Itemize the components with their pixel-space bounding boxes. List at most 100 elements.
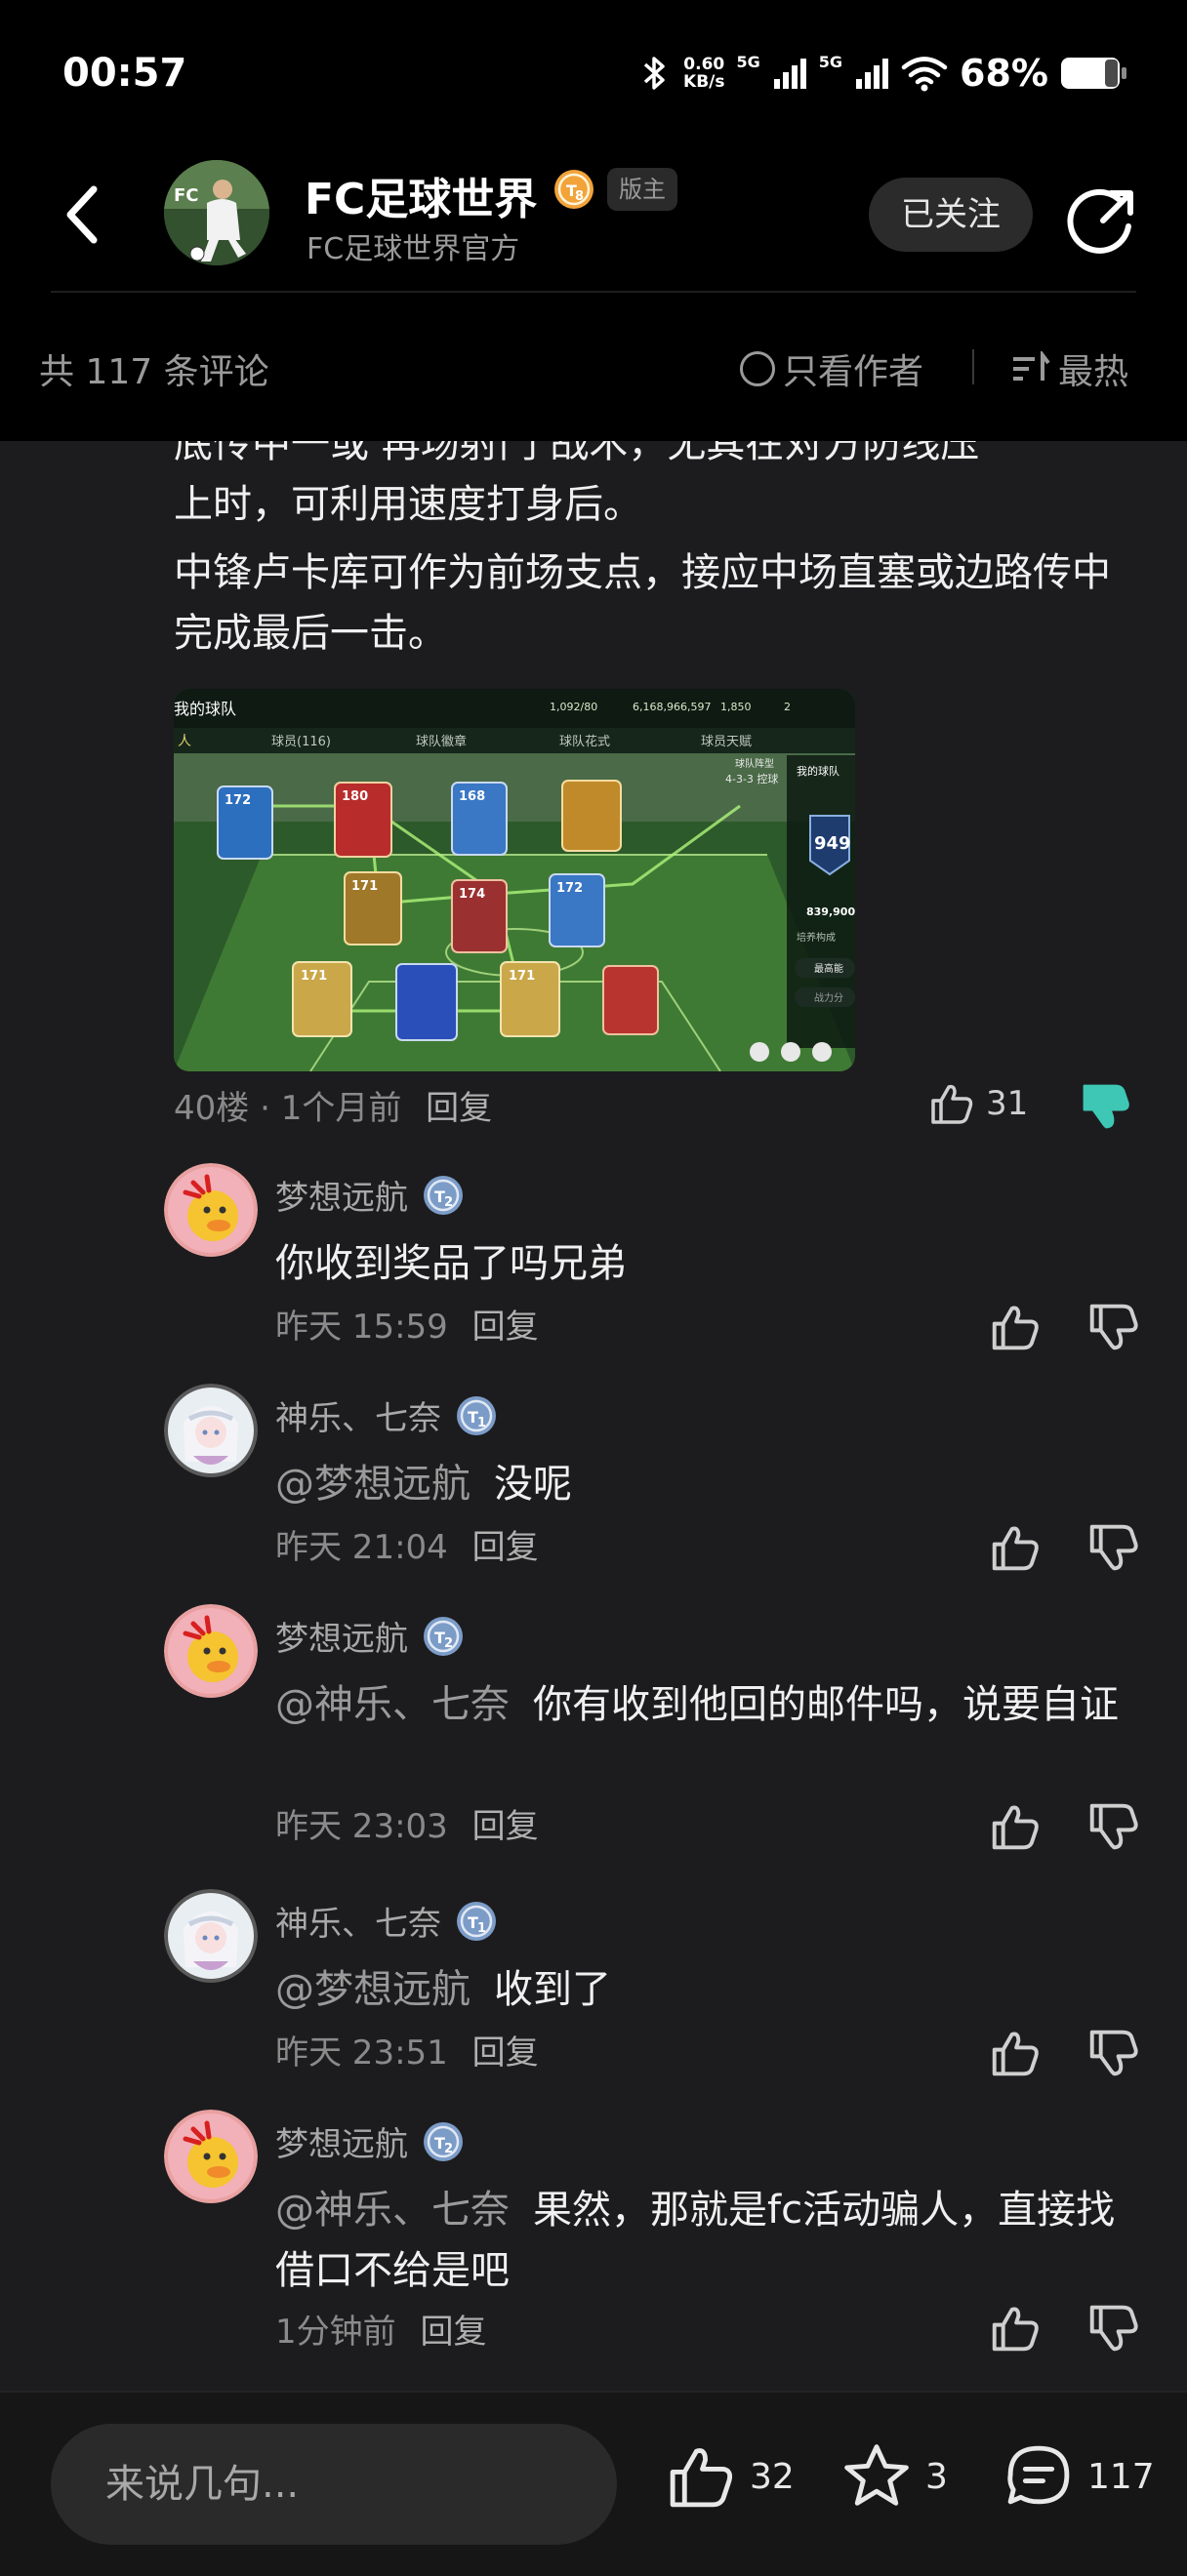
anime-avatar-image <box>164 1384 258 1477</box>
author-only-toggle[interactable]: 只看作者 <box>740 343 923 394</box>
follow-button[interactable]: 已关注 <box>869 178 1033 252</box>
status-bar: 00:57 0.60 KB/s 5G 5G 68% <box>0 0 1187 146</box>
user-avatar[interactable] <box>164 1384 258 1477</box>
reply-author[interactable]: 梦想远航 T2 <box>275 2117 465 2165</box>
duck-avatar-image <box>164 1163 258 1257</box>
mention[interactable]: @神乐、七奈 <box>275 1682 510 1727</box>
player-card-rating: 171 <box>351 879 378 894</box>
author-name: 梦想远航 <box>275 1179 408 1218</box>
post-time: 1个月前 <box>280 1089 402 1128</box>
thumbs-up-icon <box>670 2448 733 2508</box>
user-avatar[interactable] <box>164 1163 258 1257</box>
filter-divider <box>972 349 974 384</box>
signal-icon <box>773 59 806 89</box>
level-number: 2 <box>444 1636 453 1651</box>
comment-thread: 底传中一或 再场射门 战术，无其在对方防线压 上时，可利用速度打身后。 中锋卢卡… <box>0 441 1187 2391</box>
sort-button[interactable]: 最热 <box>1011 343 1128 394</box>
game-tab: 球队徽章 <box>416 734 467 749</box>
svg-text:FC: FC <box>174 185 199 206</box>
reply-time: 1分钟前 <box>275 2313 396 2352</box>
user-avatar[interactable] <box>164 1604 258 1698</box>
thumbs-up-icon[interactable] <box>988 1300 1043 1354</box>
reply-author[interactable]: 梦想远航 T2 <box>275 1612 465 1660</box>
thumbs-up-icon[interactable] <box>988 2026 1043 2080</box>
reply-author[interactable]: 神乐、七奈 T1 <box>275 1391 498 1439</box>
post-meta: 40楼 · 1个月前 回复 <box>174 1081 492 1129</box>
like-button[interactable]: 31 <box>927 1079 1028 1128</box>
thumbs-down-icon[interactable] <box>1085 1520 1140 1575</box>
reply-button[interactable]: 回复 <box>472 1807 539 1846</box>
status-time: 00:57 <box>62 51 187 96</box>
reply-text: @梦想远航 收到了 <box>275 1959 1134 2020</box>
player-card-rating: 180 <box>342 789 368 804</box>
post-text-paragraph: 中锋卢卡库可作为前场支点，接应中场直塞或边路传中完成最后一击。 <box>174 550 1111 656</box>
author-only-label: 只看作者 <box>783 352 924 392</box>
player-card-rating: 171 <box>301 969 327 984</box>
level-number: 2 <box>444 1195 453 1210</box>
back-button[interactable] <box>55 176 113 254</box>
level-badge-icon: T1 <box>457 1901 496 1941</box>
reply-button[interactable]: 回复 <box>472 1528 539 1567</box>
level-badge-icon: T 8 <box>554 170 594 209</box>
duck-avatar-image <box>164 2110 258 2203</box>
game-title: 我的球队 <box>174 700 236 718</box>
duck-avatar-image <box>164 1604 258 1698</box>
thumbs-down-icon[interactable] <box>1085 2301 1140 2355</box>
post-image[interactable]: 172 180 168 171 174 172 171 171 我的球队 1,0… <box>174 689 855 1071</box>
net-speed-unit: KB/s <box>683 72 725 92</box>
thumbs-up-icon[interactable] <box>988 1799 1043 1854</box>
reply-button[interactable]: 回复 <box>426 1089 492 1128</box>
reply-author[interactable]: 神乐、七奈 T1 <box>275 1897 498 1945</box>
reply-author[interactable]: 梦想远航 T2 <box>275 1171 465 1219</box>
author-name: 神乐、七奈 <box>275 1399 441 1438</box>
wifi-icon <box>901 57 948 92</box>
channel-avatar[interactable]: FC <box>164 160 269 265</box>
player-card-rating: 174 <box>459 887 485 902</box>
mention[interactable]: @梦想远航 <box>275 1462 471 1507</box>
mention[interactable]: @梦想远航 <box>275 1967 471 2012</box>
reply-actions <box>988 1520 1140 1575</box>
user-avatar[interactable] <box>164 1889 258 1983</box>
comments-filter-bar: 共 117 条评论 只看作者 最热 <box>0 293 1187 441</box>
role-badge: 版主 <box>607 168 677 211</box>
comment-input-box[interactable] <box>51 2424 617 2545</box>
like-count: 31 <box>986 1084 1029 1123</box>
game-stat: 1,850 <box>720 701 752 713</box>
comment-count: 共 117 条评论 <box>39 352 269 392</box>
comments-button[interactable]: 117 <box>1002 2439 1155 2514</box>
reply-button[interactable]: 回复 <box>420 2313 486 2352</box>
user-avatar[interactable] <box>164 2110 258 2203</box>
reply-item: 神乐、七奈 T1 @梦想远航 收到了 昨天 23:51 回复 <box>164 1889 1140 2084</box>
channel-name[interactable]: FC足球世界 <box>305 164 537 226</box>
floor-number: 40楼 <box>174 1089 250 1128</box>
level-badge-icon: T1 <box>457 1395 496 1435</box>
author-name: 梦想远航 <box>275 1620 408 1659</box>
thumbs-down-icon[interactable] <box>1085 1300 1140 1354</box>
sim1-label: 5G <box>736 53 760 71</box>
comment-total: 117 <box>1087 2456 1155 2497</box>
star-icon <box>844 2444 909 2506</box>
favorite-button[interactable]: 3 <box>839 2439 948 2514</box>
player-card-rating: 171 <box>509 969 535 984</box>
reply-body: 没呢 <box>494 1462 572 1507</box>
mention[interactable]: @神乐、七奈 <box>275 2188 510 2233</box>
thumbs-down-icon[interactable] <box>1085 2026 1140 2080</box>
reply-time: 昨天 15:59 <box>275 1308 448 1347</box>
author-name: 梦想远航 <box>275 2125 408 2164</box>
thumbs-up-icon[interactable] <box>988 1520 1043 1575</box>
game-screenshot: 172 180 168 171 174 172 171 171 我的球队 1,0… <box>174 689 855 1071</box>
post-like-button[interactable]: 32 <box>664 2439 795 2514</box>
reply-button[interactable]: 回复 <box>472 1308 539 1347</box>
thumbs-up-icon[interactable] <box>988 2301 1043 2355</box>
sort-label: 最热 <box>1058 352 1129 392</box>
comment-input[interactable] <box>51 2424 617 2545</box>
reply-button[interactable]: 回复 <box>472 2033 539 2073</box>
panel-title: 我的球队 <box>797 764 839 778</box>
favorite-count: 3 <box>925 2456 948 2497</box>
sim2-label: 5G <box>818 53 843 71</box>
thumbs-up-icon <box>931 1084 973 1124</box>
reply-time: 昨天 23:03 <box>275 1807 448 1846</box>
thumbs-down-icon[interactable] <box>1085 1799 1140 1854</box>
share-icon[interactable] <box>1064 180 1142 258</box>
thumbs-down-icon[interactable] <box>1078 1079 1132 1134</box>
